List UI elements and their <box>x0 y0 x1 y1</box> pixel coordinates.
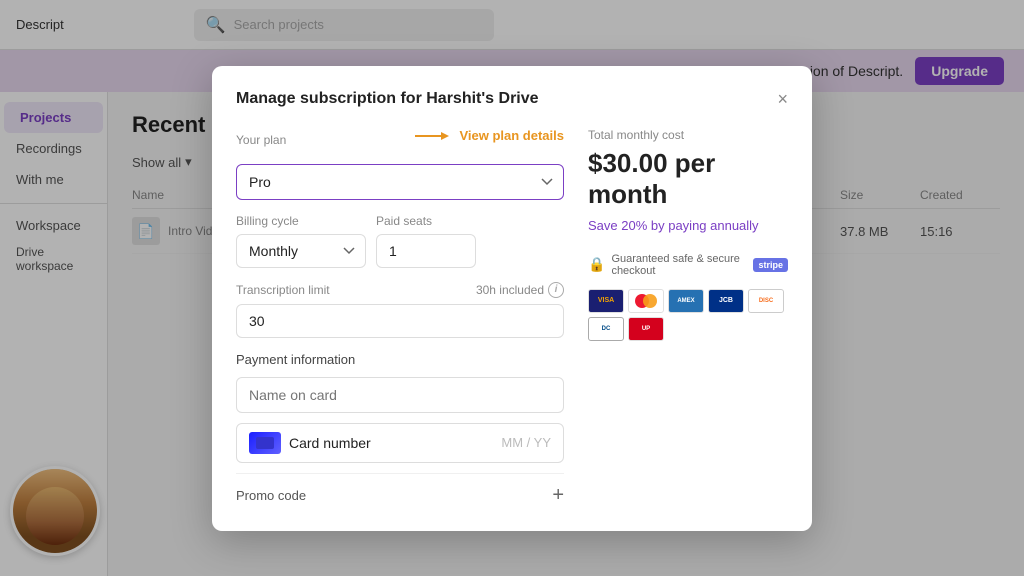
unionpay-logo: UP <box>628 317 664 341</box>
secure-badge: 🔒 Guaranteed safe & secure checkout stri… <box>588 253 788 277</box>
view-plan-row: View plan details <box>413 128 564 144</box>
promo-row: Promo code + <box>236 473 564 507</box>
transcription-row: Transcription limit 30h included i <box>236 282 564 298</box>
transcription-included: 30h included <box>476 283 544 297</box>
paid-seats-input[interactable] <box>376 234 476 268</box>
card-logos: VISA AMEX JCB DISC DC UP <box>588 289 788 341</box>
save-annually-link[interactable]: Save 20% by paying annually <box>588 218 788 233</box>
billing-cycle-select[interactable]: Monthly <box>236 234 366 268</box>
cost-amount: $30.00 per month <box>588 148 788 210</box>
plan-select-group: Pro <box>236 164 564 200</box>
paid-seats-group: Paid seats <box>376 214 476 268</box>
transcription-label: Transcription limit <box>236 283 330 297</box>
transcription-info: 30h included i <box>476 282 564 298</box>
modal-title: Manage subscription for Harshit's Drive <box>236 90 539 108</box>
transcription-group: Transcription limit 30h included i <box>236 282 564 352</box>
modal-right-column: Total monthly cost $30.00 per month Save… <box>588 128 788 507</box>
modal-dialog: Manage subscription for Harshit's Drive … <box>212 66 812 531</box>
promo-label: Promo code <box>236 488 306 503</box>
arrow-icon <box>413 128 453 144</box>
discover-logo: DISC <box>748 289 784 313</box>
mastercard-icon <box>633 293 659 309</box>
diners-logo: DC <box>588 317 624 341</box>
modal-left-column: Your plan View plan details <box>236 128 564 507</box>
modal-body: Your plan View plan details <box>236 128 788 507</box>
card-number-label: Card number <box>289 435 493 451</box>
plan-select[interactable]: Pro <box>236 164 564 200</box>
app-background: Descript 🔍 Search projects You're using … <box>0 0 1024 576</box>
secure-text: Guaranteed safe & secure checkout <box>611 253 747 277</box>
visa-logo: VISA <box>588 289 624 313</box>
transcription-input[interactable] <box>236 304 564 338</box>
stripe-badge: stripe <box>753 258 788 272</box>
amex-logo: AMEX <box>668 289 704 313</box>
promo-add-button[interactable]: + <box>552 484 564 507</box>
card-brand-icon <box>249 432 281 454</box>
billing-cycle-group: Billing cycle Monthly <box>236 214 366 268</box>
info-icon: i <box>548 282 564 298</box>
modal-overlay: Manage subscription for Harshit's Drive … <box>0 0 1024 576</box>
billing-cycle-label: Billing cycle <box>236 214 366 228</box>
name-on-card-input[interactable] <box>236 377 564 413</box>
modal-close-button[interactable]: × <box>777 90 788 108</box>
jcb-logo: JCB <box>708 289 744 313</box>
view-plan-link[interactable]: View plan details <box>459 128 564 143</box>
billing-seats-row: Billing cycle Monthly Paid seats <box>236 214 564 268</box>
mastercard-logo <box>628 289 664 313</box>
modal-header: Manage subscription for Harshit's Drive … <box>236 90 788 108</box>
total-cost-label: Total monthly cost <box>588 128 788 142</box>
your-plan-label: Your plan <box>236 133 286 147</box>
card-expiry-placeholder: MM / YY <box>501 435 551 450</box>
payment-info-label: Payment information <box>236 352 564 367</box>
paid-seats-label: Paid seats <box>376 214 476 228</box>
card-number-row[interactable]: Card number MM / YY <box>236 423 564 463</box>
lock-icon: 🔒 <box>588 256 605 273</box>
